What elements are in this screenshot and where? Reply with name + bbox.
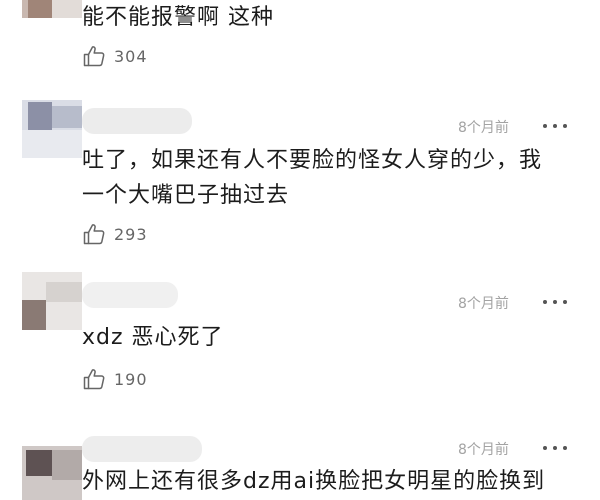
comment-time: 8个月前 [458, 442, 509, 458]
comment-time: 8个月前 [458, 120, 509, 136]
comment-text: xdz 恶心死了 [82, 320, 582, 355]
more-dots-icon [543, 300, 547, 304]
comment-time: 8个月前 [458, 296, 509, 312]
avatar[interactable] [22, 0, 82, 18]
like-button[interactable]: 190 [82, 367, 162, 393]
comment-text-line: xdz 恶心死了 [82, 325, 224, 350]
avatar[interactable] [22, 272, 82, 330]
more-button[interactable] [540, 117, 570, 135]
like-count: 293 [114, 225, 148, 244]
more-dot [563, 446, 567, 450]
like-count: 304 [114, 47, 148, 66]
avatar[interactable] [22, 446, 82, 500]
more-dot [553, 446, 557, 450]
comment-text-line: 一个大嘴巴子抽过去 [82, 183, 290, 208]
username[interactable] [82, 436, 202, 462]
comment-text-line: 吐了，如果还有人不要脸的怪女人穿的少，我 [82, 148, 543, 173]
comment-text-line: 外网上还有很多dz用ai换脸把女明星的脸换到 [82, 469, 546, 494]
thumbs-up-icon [83, 224, 105, 245]
more-button[interactable] [540, 439, 570, 457]
more-dots-icon [543, 124, 547, 128]
comment-text: 外网上还有很多dz用ai换脸把女明星的脸换到 [82, 464, 582, 499]
more-dot [563, 300, 567, 304]
more-button[interactable] [540, 293, 570, 311]
comment-text-line: 能不能报警啊 这种 [82, 5, 274, 30]
thumbs-up-icon [83, 46, 105, 67]
more-dot [553, 124, 557, 128]
avatar[interactable] [22, 100, 82, 158]
like-button[interactable]: 293 [82, 222, 162, 248]
comment-list: 能不能报警啊 这种 304 8个月前 吐了，如果还有人不要脸的怪女人穿的少，我 … [0, 0, 600, 500]
more-dot [563, 124, 567, 128]
more-dot [553, 300, 557, 304]
comment-text: 吐了，如果还有人不要脸的怪女人穿的少，我 一个大嘴巴子抽过去 [82, 143, 582, 213]
username[interactable] [82, 108, 192, 134]
comment-text: 能不能报警啊 这种 [82, 0, 582, 35]
like-count: 190 [114, 370, 148, 389]
like-button[interactable]: 304 [82, 44, 162, 70]
thumbs-up-icon [83, 369, 105, 390]
more-dots-icon [543, 446, 547, 450]
username[interactable] [82, 282, 178, 308]
